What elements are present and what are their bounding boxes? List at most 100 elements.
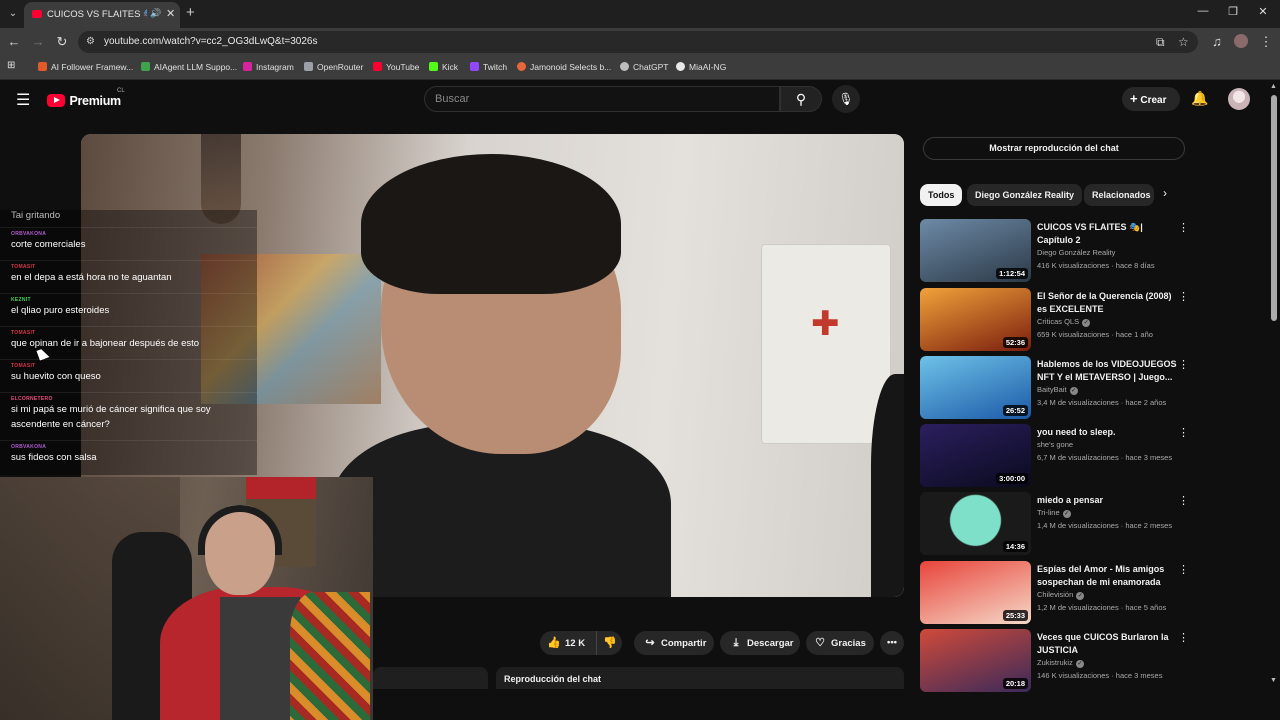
search-button[interactable]: ⚲ [780, 86, 822, 112]
video-scene-shadow [871, 374, 904, 597]
chat-replay-panel[interactable]: Reproducción del chat [496, 667, 904, 689]
chat-message: ELCORNETERO si mi papá se murió de cánce… [11, 396, 251, 432]
channel-name[interactable]: Diego González Reality [1037, 248, 1115, 257]
video-title[interactable]: you need to sleep. [1037, 426, 1177, 439]
chevron-right-icon[interactable]: › [1163, 186, 1167, 200]
bookmark-star-icon[interactable]: ☆ [1178, 35, 1189, 49]
chat-text: sus fideos con salsa [11, 452, 97, 463]
more-vertical-icon[interactable]: ⋮ [1178, 563, 1189, 576]
show-chat-replay-button[interactable]: Mostrar reproducción del chat [923, 137, 1185, 160]
share-button[interactable]: ↪ Compartir [634, 631, 714, 655]
chip-channel[interactable]: Diego González Reality [967, 184, 1083, 206]
video-title[interactable]: Espías del Amor - Mis amigos sospechan d… [1037, 563, 1177, 589]
search-placeholder: Buscar [435, 93, 470, 105]
recommended-video[interactable]: 26:52 Hablemos de los VIDEOJUEGOS NFT Y … [920, 356, 1200, 419]
tab-search-icon[interactable]: ⌄ [4, 5, 22, 23]
channel-name[interactable]: Zukistrukiz ✓ [1037, 658, 1084, 668]
recommended-video[interactable]: 3:00:00 you need to sleep. she's gone 6,… [920, 424, 1200, 487]
duration-badge: 3:00:00 [996, 473, 1028, 484]
video-title[interactable]: miedo a pensar [1037, 494, 1177, 507]
more-actions-button[interactable]: ••• [880, 631, 904, 655]
recommended-video[interactable]: 14:36 miedo a pensar Tri-line ✓ 1,4 M de … [920, 492, 1200, 555]
recommended-video[interactable]: 25:33 Espías del Amor - Mis amigos sospe… [920, 561, 1200, 624]
bookmark-item[interactable]: YouTube [373, 62, 419, 72]
more-vertical-icon[interactable]: ⋮ [1178, 221, 1189, 234]
duration-badge: 25:33 [1002, 610, 1028, 621]
channel-name[interactable]: she's gone [1037, 440, 1073, 449]
forward-icon[interactable]: → [30, 34, 46, 49]
more-vertical-icon[interactable]: ⋮ [1178, 631, 1189, 644]
scroll-up-icon[interactable]: ▲ [1270, 83, 1277, 90]
hamburger-menu-icon[interactable]: ☰ [16, 90, 30, 110]
cast-icon[interactable]: ⧉ [1156, 35, 1165, 50]
page-scrollbar[interactable]: ▲ ▼ [1268, 81, 1280, 691]
more-vertical-icon[interactable]: ⋮ [1178, 426, 1189, 439]
video-title[interactable]: Hablemos de los VIDEOJUEGOS NFT Y el MET… [1037, 358, 1177, 384]
recommended-video[interactable]: 52:36 El Señor de la Querencia (2008) es… [920, 288, 1200, 351]
twitch-icon [470, 62, 479, 71]
close-window-icon[interactable]: ✕ [1255, 5, 1271, 18]
more-vertical-icon[interactable]: ⋮ [1178, 290, 1189, 303]
media-control-icon[interactable]: ♫ [1209, 34, 1225, 49]
bookmark-item[interactable]: Jamonoid Selects b... [517, 62, 611, 72]
bookmark-item[interactable]: Instagram [243, 62, 294, 72]
scroll-down-icon[interactable]: ▼ [1270, 677, 1277, 684]
video-thumbnail[interactable]: 20:18 [920, 629, 1031, 692]
recommended-video[interactable]: 20:18 Veces que CUICOS Burlaron la JUSTI… [920, 629, 1200, 692]
address-bar[interactable]: ⚙ youtube.com/watch?v=cc2_OG3dLwQ&t=3026… [78, 31, 1198, 53]
video-thumbnail[interactable]: 25:33 [920, 561, 1031, 624]
voice-search-button[interactable]: 🎙 [832, 85, 860, 113]
restore-icon[interactable]: ❐ [1225, 5, 1241, 18]
bookmark-item[interactable]: Kick [429, 62, 458, 72]
create-button[interactable]: + Crear [1122, 87, 1180, 111]
bookmark-item[interactable]: Twitch [470, 62, 507, 72]
dislike-button[interactable]: 👎 [602, 631, 621, 656]
thanks-button[interactable]: ♡ Gracias [806, 631, 874, 655]
bookmark-item[interactable]: MiaAI-NG [676, 62, 726, 72]
more-vertical-icon[interactable]: ⋮ [1178, 358, 1189, 371]
new-tab-icon[interactable]: + [186, 4, 195, 21]
video-thumbnail[interactable]: 3:00:00 [920, 424, 1031, 487]
chip-all[interactable]: Todos [920, 184, 963, 206]
back-icon[interactable]: ← [6, 34, 22, 49]
video-meta: 416 K visualizaciones · hace 8 días [1037, 261, 1155, 270]
duration-badge: 14:36 [1002, 541, 1028, 552]
video-title[interactable]: Veces que CUICOS Burlaron la JUSTICIA [1037, 631, 1177, 657]
channel-name[interactable]: BaityBait ✓ [1037, 385, 1078, 395]
scrollbar-thumb[interactable] [1271, 95, 1277, 321]
channel-name[interactable]: Chilevisión ✓ [1037, 590, 1085, 600]
youtube-premium-logo[interactable]: Premium CL [47, 88, 125, 110]
minimize-icon[interactable]: — [1195, 5, 1211, 17]
like-button[interactable]: 👍 12 K [546, 631, 585, 656]
browser-tab-active[interactable]: CUICOS VS FLAITES 🎭| Capítulo 2 🔊 ✕ [24, 2, 180, 28]
bookmark-item[interactable]: OpenRouter [304, 62, 363, 72]
notifications-bell-icon[interactable]: 🔔 [1191, 90, 1208, 107]
profile-avatar[interactable] [1234, 34, 1248, 48]
video-thumbnail[interactable]: 14:36 [920, 492, 1031, 555]
description-box[interactable] [373, 667, 488, 689]
close-tab-icon[interactable]: ✕ [166, 7, 175, 20]
video-thumbnail[interactable]: 26:52 [920, 356, 1031, 419]
more-vertical-icon[interactable]: ⋮ [1178, 494, 1189, 507]
video-thumbnail[interactable]: 1:12:54 [920, 219, 1031, 282]
reload-icon[interactable]: ↻ [54, 34, 70, 50]
search-input[interactable]: Buscar [424, 86, 780, 112]
apps-grid-icon[interactable]: ⊞ [7, 60, 15, 71]
download-button[interactable]: ⤓ Descargar [720, 631, 800, 655]
account-avatar[interactable] [1228, 88, 1250, 110]
channel-name[interactable]: Tri-line ✓ [1037, 508, 1071, 518]
video-title[interactable]: CUICOS VS FLAITES 🎭| Capítulo 2 [1037, 221, 1177, 247]
video-title[interactable]: El Señor de la Querencia (2008) es EXCEL… [1037, 290, 1177, 316]
bookmark-item[interactable]: AI Follower Framew... [38, 62, 133, 72]
menu-kebab-icon[interactable]: ⋮ [1258, 34, 1274, 50]
chip-related[interactable]: Relacionados [1084, 184, 1154, 206]
openrouter-icon [304, 62, 313, 71]
speaker-icon[interactable]: 🔊 [150, 8, 161, 19]
site-info-icon[interactable]: ⚙ [86, 36, 95, 47]
recommended-video[interactable]: 1:12:54 CUICOS VS FLAITES 🎭| Capítulo 2 … [920, 219, 1200, 282]
video-thumbnail[interactable]: 52:36 [920, 288, 1031, 351]
bookmark-item[interactable]: AIAgent LLM Suppo... [141, 62, 237, 72]
channel-name[interactable]: Criticas QLS ✓ [1037, 317, 1091, 327]
bookmark-item[interactable]: ChatGPT [620, 62, 668, 72]
url-text[interactable]: youtube.com/watch?v=cc2_OG3dLwQ&t=3026s [104, 36, 317, 47]
